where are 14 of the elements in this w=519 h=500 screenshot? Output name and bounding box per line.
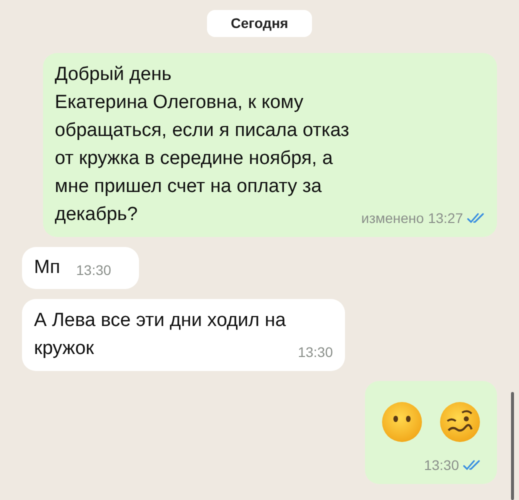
- message-time: 13:30: [76, 261, 112, 280]
- message-text: Мп: [34, 256, 60, 280]
- message-text: Добрый день Екатерина Олеговна, к кому обращаться, если я писала отказ от кружка в середине ноября, а мне пришел счет на оплату за декабрь?: [54, 63, 350, 227]
- blank-face-icon: [381, 401, 423, 443]
- double-check-icon: [467, 213, 485, 224]
- message-time: 13:30: [298, 343, 333, 362]
- edited-label: изменено: [361, 209, 424, 228]
- message-text: А Лева все эти дни ходил на кружок: [34, 309, 286, 361]
- double-check-icon: [463, 460, 481, 471]
- message-time: 13:30: [424, 456, 459, 475]
- woozy-face-icon: [439, 401, 481, 443]
- scrollbar[interactable]: [511, 392, 514, 500]
- date-divider: Сегодня: [206, 10, 312, 37]
- message-time: 13:27: [428, 209, 463, 228]
